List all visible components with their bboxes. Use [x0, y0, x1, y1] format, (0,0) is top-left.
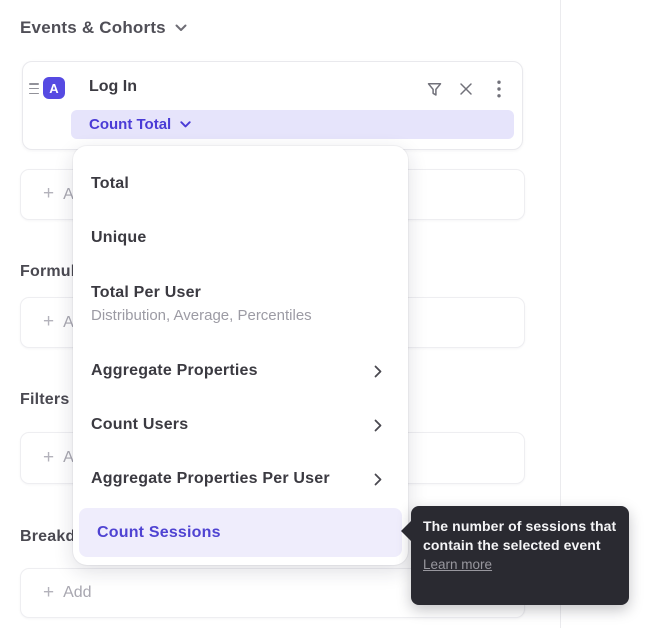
menu-item-label: Aggregate Properties Per User [91, 470, 330, 488]
drag-handle-icon[interactable] [29, 83, 39, 94]
panel-title: Events & Cohorts [20, 18, 166, 38]
plus-icon: + [43, 448, 54, 467]
tooltip: The number of sessions that contain the … [411, 506, 629, 605]
learn-more-link[interactable]: Learn more [423, 557, 492, 572]
plus-icon: + [43, 184, 54, 203]
plus-icon: + [43, 583, 54, 602]
metric-dropdown[interactable]: Count Total [71, 110, 514, 139]
menu-item-label: Total [91, 175, 129, 193]
chevron-right-icon [374, 419, 382, 432]
menu-item-aggregate-properties[interactable]: Aggregate Properties [73, 344, 408, 398]
tooltip-text: The number of sessions that contain the … [423, 517, 617, 555]
add-label: Add [63, 584, 91, 602]
panel-header: Events & Cohorts [20, 18, 187, 38]
menu-item-unique[interactable]: Unique [73, 211, 408, 265]
close-icon[interactable] [456, 78, 476, 100]
menu-item-label: Count Users [91, 416, 188, 434]
menu-item-total[interactable]: Total [73, 157, 408, 211]
filter-icon[interactable] [424, 78, 444, 100]
menu-item-count-sessions[interactable]: Count Sessions [79, 508, 402, 557]
section-label-filters: Filters [20, 391, 69, 409]
kebab-menu-icon[interactable] [489, 78, 509, 100]
menu-item-count-users[interactable]: Count Users [73, 398, 408, 452]
chevron-down-icon [180, 121, 191, 128]
menu-item-total-per-user[interactable]: Total Per User Distribution, Average, Pe… [73, 265, 408, 343]
chevron-right-icon [374, 473, 382, 486]
metric-dropdown-label: Count Total [89, 116, 171, 133]
menu-item-aggregate-properties-per-user[interactable]: Aggregate Properties Per User [73, 452, 408, 506]
event-badge: A [43, 77, 65, 99]
menu-item-label: Count Sessions [97, 524, 221, 542]
menu-item-label: Unique [91, 229, 146, 247]
plus-icon: + [43, 312, 54, 331]
metric-menu: Total Unique Total Per User Distribution… [73, 146, 408, 565]
chevron-right-icon [374, 365, 382, 378]
query-builder-panel: Events & Cohorts + Add Formulas + Add Fi… [0, 0, 658, 628]
menu-item-label: Aggregate Properties [91, 362, 258, 380]
menu-item-label: Total Per User [91, 284, 201, 302]
menu-item-description: Distribution, Average, Percentiles [91, 307, 312, 324]
chevron-down-icon[interactable] [175, 24, 187, 32]
tooltip-arrow [401, 521, 411, 541]
event-card: A Log In Count Total [22, 61, 523, 150]
event-name[interactable]: Log In [89, 78, 137, 96]
